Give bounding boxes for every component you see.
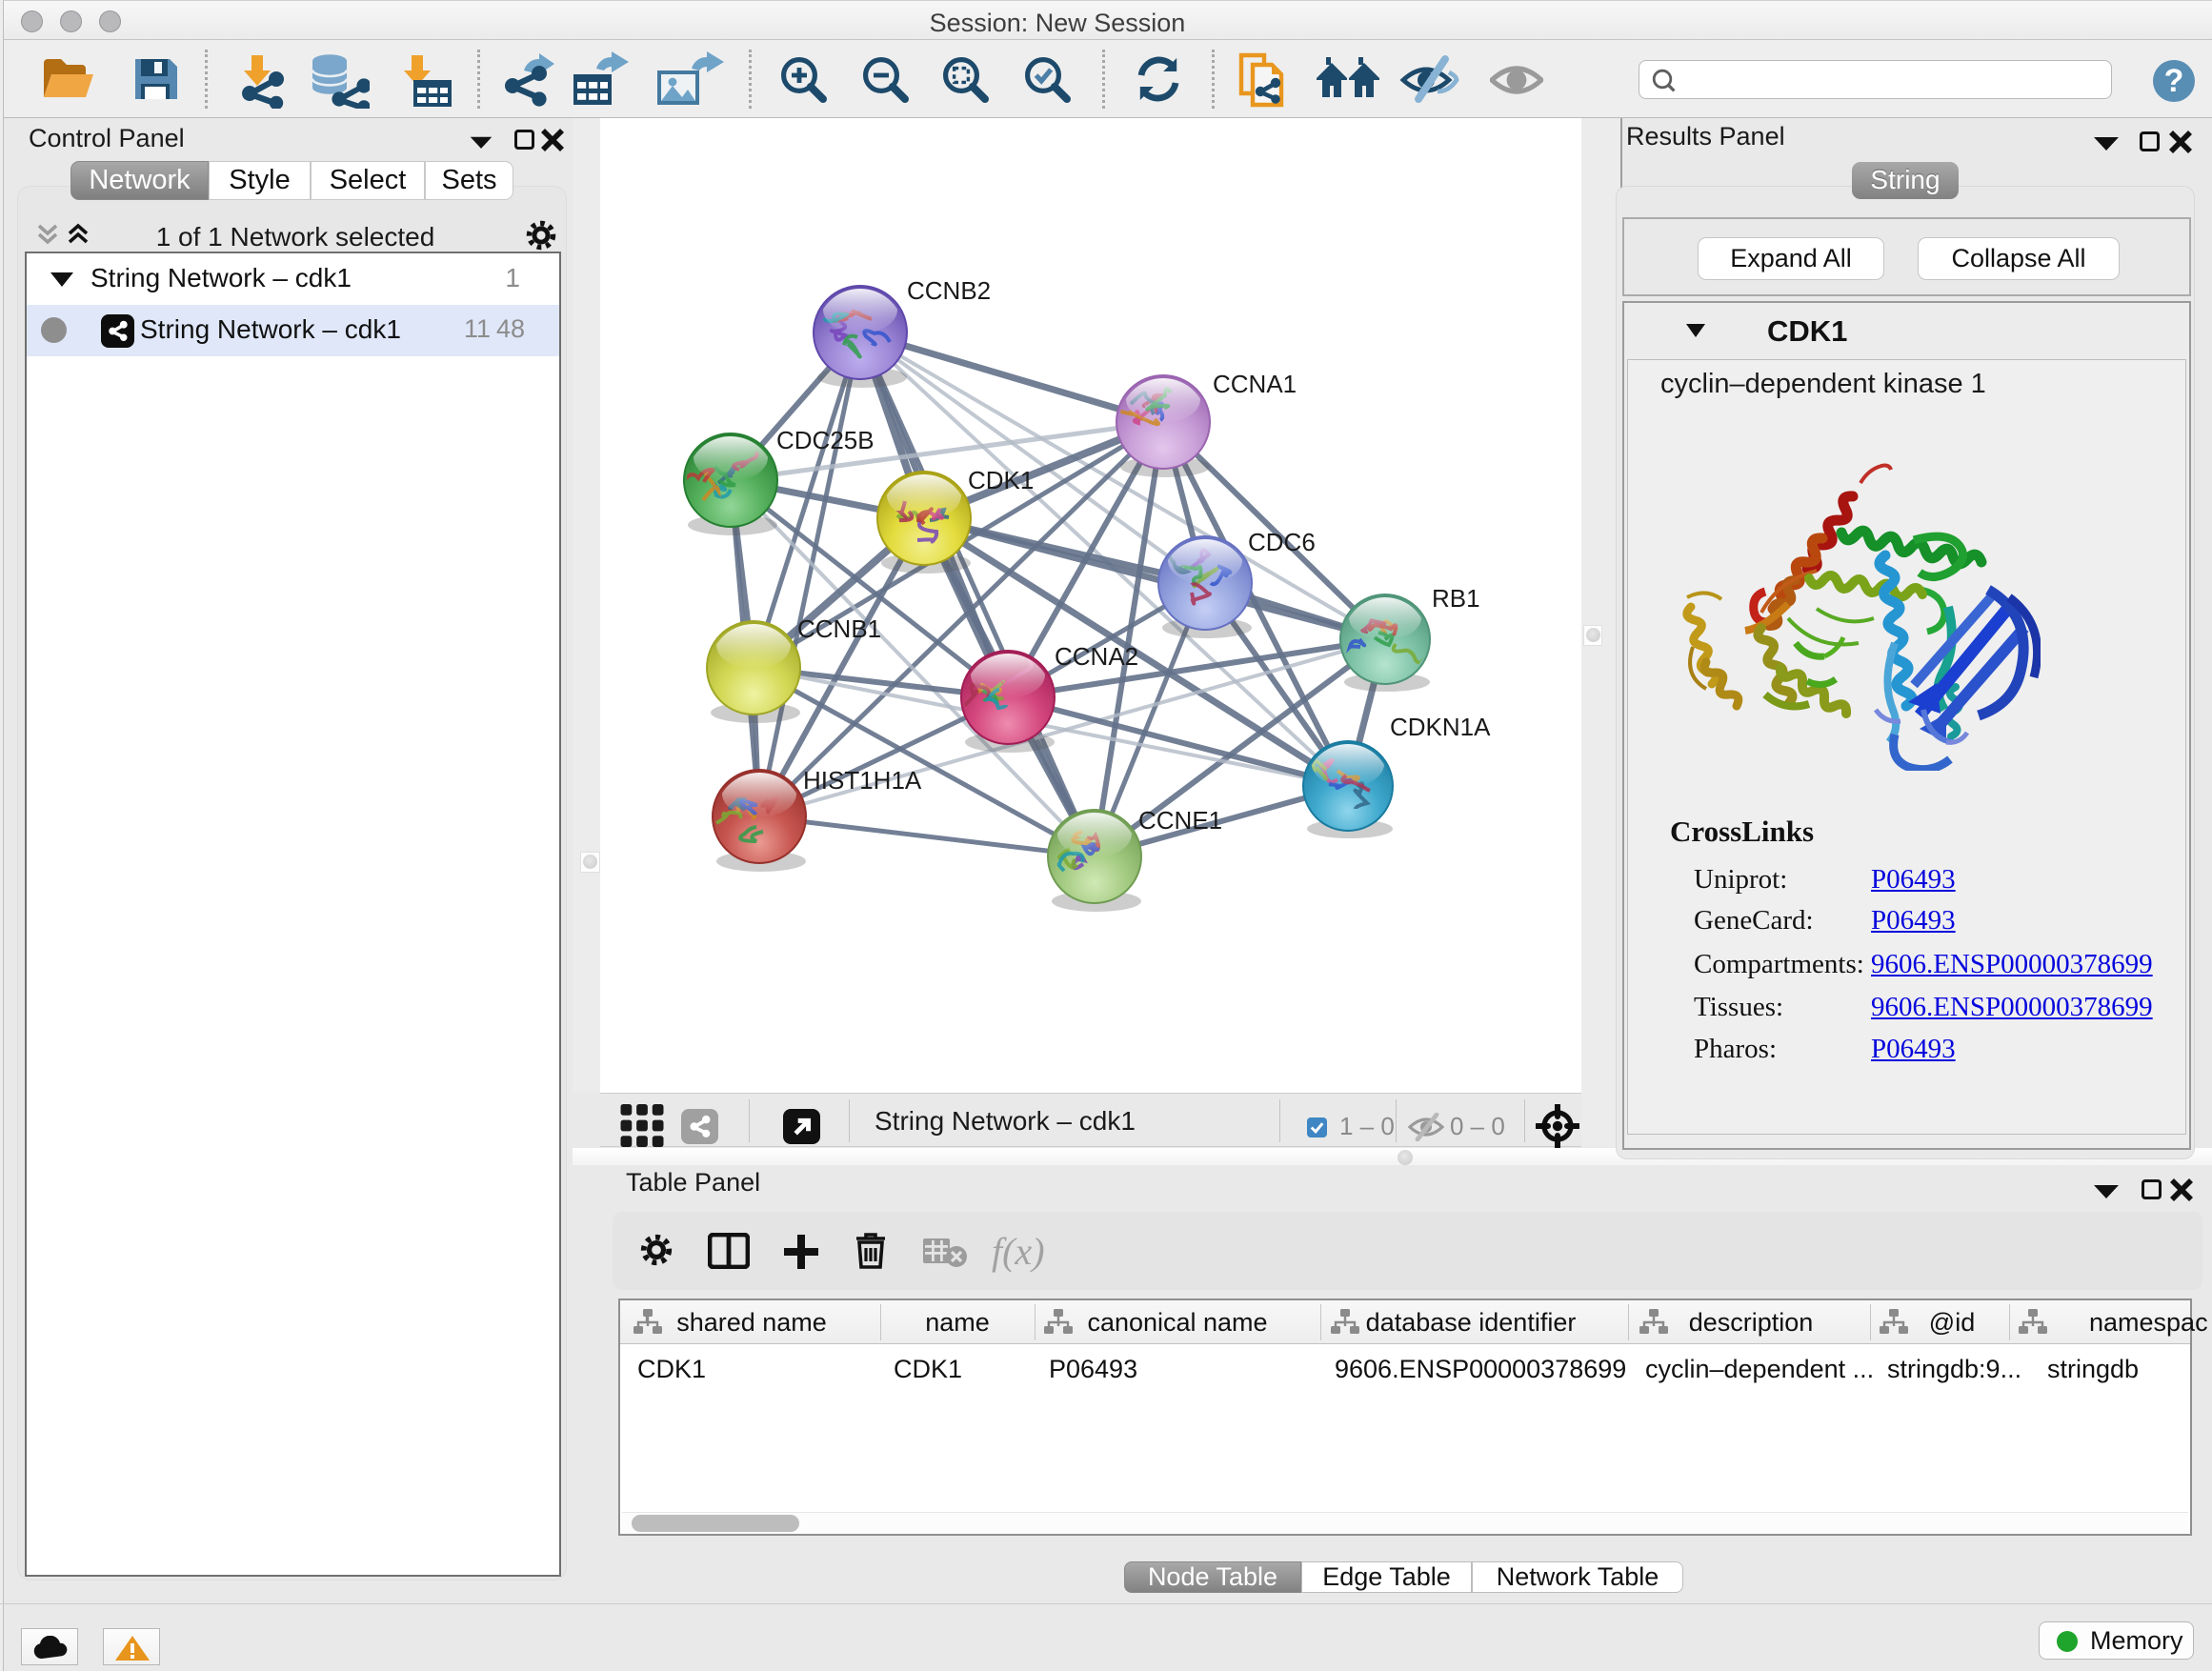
svg-text:CCNA1: CCNA1 — [1213, 370, 1297, 398]
svg-text:CCNB2: CCNB2 — [907, 276, 991, 305]
svg-text:CCNE1: CCNE1 — [1138, 806, 1222, 835]
svg-text:CCNB1: CCNB1 — [797, 614, 881, 643]
svg-text:CDKN1A: CDKN1A — [1390, 713, 1491, 741]
svg-text:CDK1: CDK1 — [968, 466, 1034, 494]
svg-text:?: ? — [2164, 63, 2184, 99]
svg-text:CDC25B: CDC25B — [776, 426, 875, 454]
svg-text:HIST1H1A: HIST1H1A — [803, 766, 922, 795]
svg-text:RB1: RB1 — [1432, 584, 1480, 613]
svg-text:CCNA2: CCNA2 — [1055, 642, 1138, 671]
svg-text:CDC6: CDC6 — [1248, 528, 1316, 556]
